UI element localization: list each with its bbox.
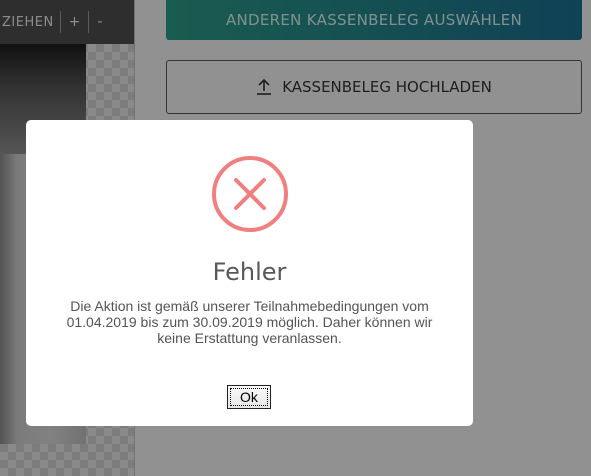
- error-x-circle-icon: [212, 156, 288, 232]
- dialog-message: Die Aktion ist gemäß unserer Teilnahmebe…: [66, 298, 433, 346]
- ok-button[interactable]: Ok: [227, 385, 271, 409]
- dialog-title: Fehler: [212, 258, 287, 286]
- error-dialog: Fehler Die Aktion ist gemäß unserer Teil…: [26, 120, 473, 426]
